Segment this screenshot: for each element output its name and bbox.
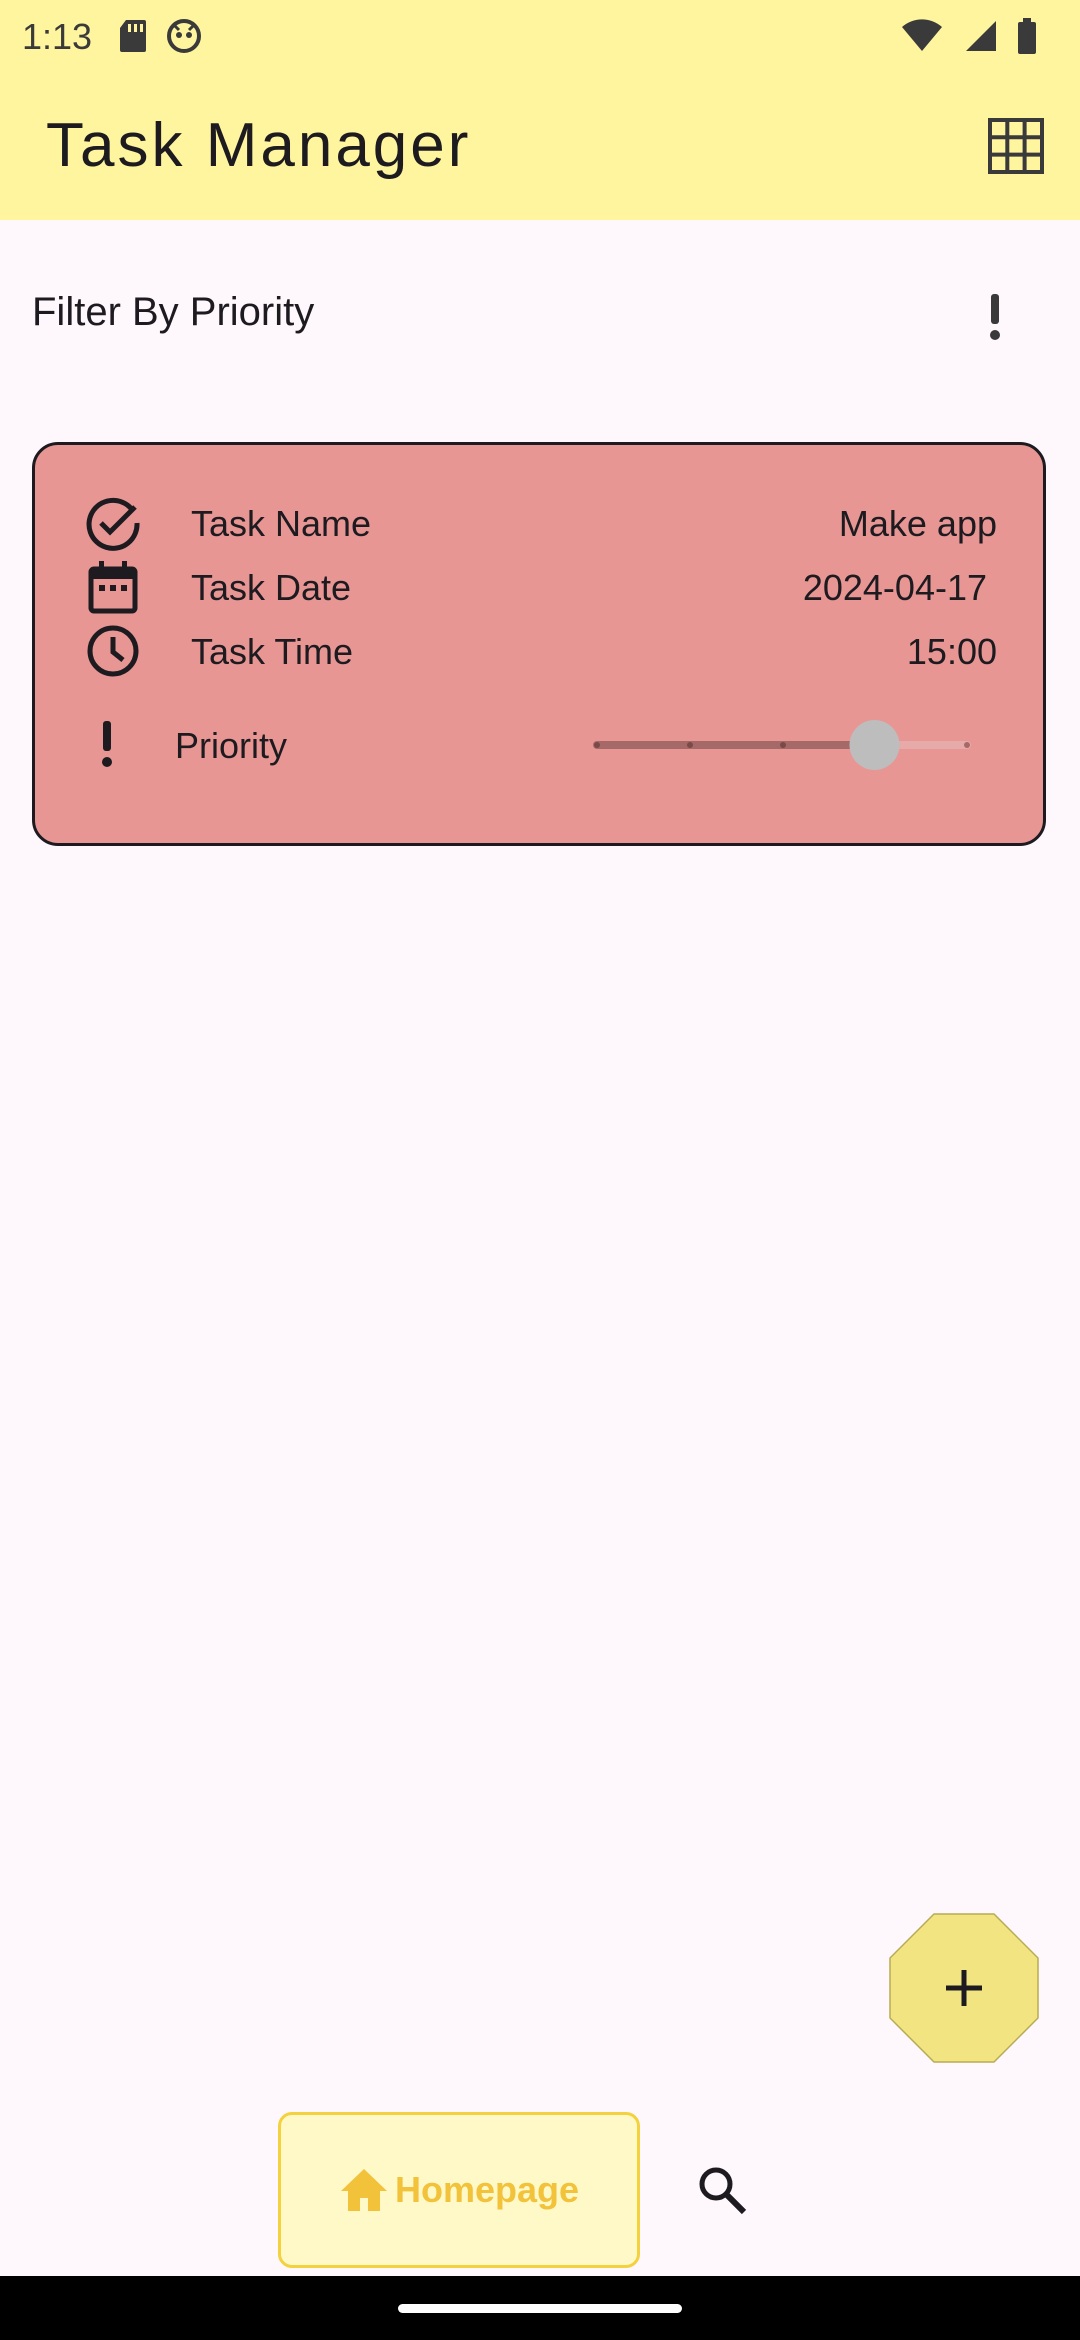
priority-row: Priority (95, 717, 395, 773)
task-name-value: Make app (838, 503, 997, 544)
task-date-row: Task Date 2024-04-17 (85, 559, 997, 615)
task-name-row: Task Name Make app (85, 495, 997, 551)
android-face-icon (167, 19, 201, 53)
slider-tick (964, 742, 970, 748)
battery-icon (1018, 18, 1036, 54)
slider-tick (780, 742, 786, 748)
app-bar: Task Manager (0, 76, 1080, 220)
bottom-navigation: Homepage (0, 2108, 1080, 2276)
slider-tick (594, 742, 600, 748)
task-card[interactable]: Task Name Make app Task Date 2024-04-17 … (32, 442, 1046, 846)
status-bar: 1:13 (0, 0, 1080, 76)
clock-icon (87, 625, 139, 677)
filter-by-priority-row[interactable]: Filter By Priority (0, 260, 1080, 370)
task-time-value: 15:00 (906, 631, 997, 672)
wifi-icon (902, 19, 942, 51)
app-title: Task Manager (46, 111, 472, 180)
slider-tick (687, 742, 693, 748)
search-icon[interactable] (696, 2164, 748, 2216)
slider-thumb[interactable] (849, 720, 900, 770)
nav-homepage-label: Homepage (394, 2169, 580, 2210)
sd-card-icon (120, 20, 146, 52)
check-circle-icon (86, 497, 140, 551)
grid-view-icon[interactable] (986, 116, 1046, 176)
priority-exclamation-icon[interactable] (970, 290, 1020, 344)
task-date-label: Task Date (191, 567, 352, 608)
calendar-icon (88, 561, 138, 614)
slider-active-track (593, 741, 875, 749)
system-gesture-area (0, 2276, 1080, 2340)
priority-exclamation-icon (102, 721, 112, 767)
nav-homepage-button[interactable]: Homepage (278, 2112, 640, 2268)
task-date-value: 2024-04-17 (802, 567, 987, 608)
status-time: 1:13 (22, 16, 93, 57)
filter-label: Filter By Priority (32, 290, 315, 334)
home-icon (340, 2169, 387, 2211)
priority-slider[interactable] (563, 715, 973, 775)
task-name-label: Task Name (191, 503, 372, 544)
home-gesture-bar[interactable] (398, 2304, 682, 2313)
priority-label: Priority (175, 725, 288, 766)
cell-signal-icon (966, 21, 996, 51)
task-time-label: Task Time (191, 631, 354, 672)
task-time-row: Task Time 15:00 (85, 623, 997, 679)
